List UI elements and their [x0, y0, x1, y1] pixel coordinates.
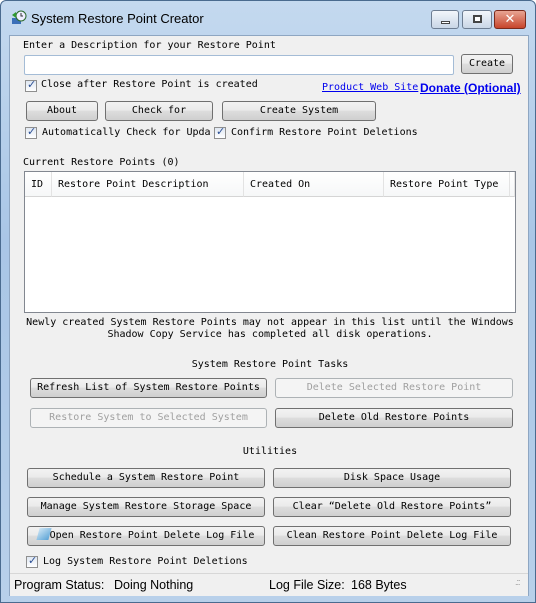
product-web-site-link[interactable]: Product Web Site [322, 82, 418, 93]
auto-check-checkbox[interactable] [25, 125, 37, 139]
minimize-icon [441, 21, 450, 24]
minimize-button[interactable] [431, 10, 459, 29]
create-system-button[interactable]: Create System [222, 101, 376, 121]
program-status-label: Program Status: [14, 578, 105, 592]
client-area: Enter a Description for your Restore Poi… [9, 35, 529, 596]
delete-old-button[interactable]: Delete Old Restore Points [275, 408, 513, 428]
about-button[interactable]: About [26, 101, 98, 121]
log-deletions-checkbox[interactable] [26, 554, 38, 568]
note-line-1: Newly created System Restore Points may … [26, 317, 514, 328]
confirm-delete-label: Confirm Restore Point Deletions [231, 127, 418, 138]
log-size-value: 168 Bytes [351, 578, 407, 592]
create-button[interactable]: Create [461, 54, 513, 74]
check-for-updates-button[interactable]: Check for [105, 101, 213, 121]
clear-delete-old-button[interactable]: Clear “Delete Old Restore Points” [273, 497, 511, 517]
restore-points-table[interactable]: ID Restore Point Description Created On … [24, 171, 516, 313]
close-after-label: Close after Restore Point is created [41, 79, 258, 90]
close-after-checkbox[interactable] [25, 78, 37, 92]
description-input[interactable] [24, 55, 454, 75]
maximize-icon [473, 15, 482, 23]
utilities-title: Utilities [242, 446, 298, 457]
restore-points-title: Current Restore Points (0) [23, 157, 180, 168]
column-header-id[interactable]: ID [25, 172, 52, 197]
restore-clock-icon [12, 10, 27, 24]
column-header-type[interactable]: Restore Point Type [384, 172, 510, 197]
log-deletions-label: Log System Restore Point Deletions [43, 556, 248, 567]
disk-space-button[interactable]: Disk Space Usage [273, 468, 511, 488]
tasks-title: System Restore Point Tasks [191, 359, 349, 370]
donate-link[interactable]: Donate (Optional) [420, 81, 521, 95]
app-window: System Restore Point Creator ✕ Enter a D… [0, 0, 536, 603]
clean-log-button[interactable]: Clean Restore Point Delete Log File [273, 526, 511, 546]
column-header-created-on[interactable]: Created On [244, 172, 384, 197]
auto-check-label: Automatically Check for Updat [42, 127, 210, 138]
restore-selected-button[interactable]: Restore System to Selected System [30, 408, 267, 428]
maximize-button[interactable] [462, 10, 492, 29]
status-bar: Program Status: Doing Nothing Log File S… [10, 573, 528, 596]
open-log-button[interactable]: Open Restore Point Delete Log File [27, 526, 265, 546]
log-size-label: Log File Size: [269, 578, 345, 592]
manage-storage-button[interactable]: Manage System Restore Storage Space [27, 497, 265, 517]
window-title: System Restore Point Creator [31, 11, 204, 26]
program-status-value: Doing Nothing [114, 578, 194, 592]
close-button[interactable]: ✕ [494, 10, 526, 29]
close-icon: ✕ [504, 12, 516, 27]
schedule-button[interactable]: Schedule a System Restore Point [27, 468, 265, 488]
resize-grip-icon[interactable]: .:: [515, 577, 520, 587]
note-line-2: Shadow Copy Service has completed all di… [107, 329, 433, 340]
column-header-description[interactable]: Restore Point Description [52, 172, 244, 197]
delete-selected-button[interactable]: Delete Selected Restore Point [275, 378, 513, 398]
description-label: Enter a Description for your Restore Poi… [23, 40, 276, 51]
confirm-delete-checkbox[interactable] [214, 125, 226, 139]
refresh-list-button[interactable]: Refresh List of System Restore Points [30, 378, 267, 398]
